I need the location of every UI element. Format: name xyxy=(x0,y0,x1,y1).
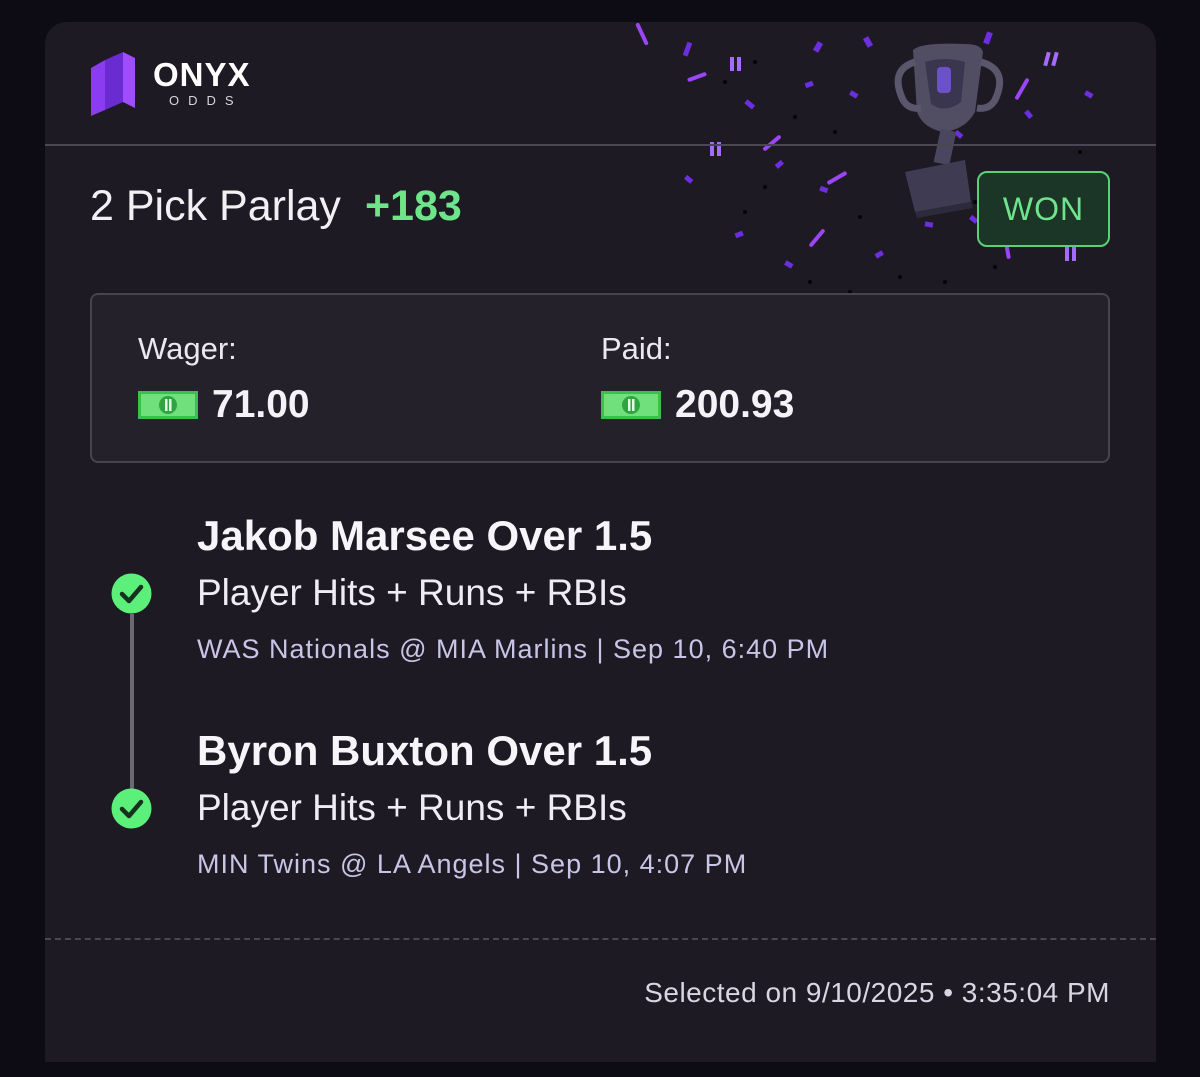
leg-game-info: WAS Nationals @ MIA Marlins | Sep 10, 6:… xyxy=(197,634,830,664)
brand-name: ONYX xyxy=(153,56,251,93)
onyx-logo-icon xyxy=(91,52,135,116)
selected-timestamp: Selected on 9/10/2025 • 3:35:04 PM xyxy=(644,977,1110,1008)
wager-summary: Wager: 71.00 Paid: 200.93 xyxy=(90,293,1110,463)
bet-title-row: 2 Pick Parlay +183 xyxy=(90,182,462,231)
celebration-confetti xyxy=(635,22,1094,294)
wager-block: Wager: 71.00 xyxy=(138,331,310,427)
leg-market: Player Hits + Runs + RBIs xyxy=(197,572,627,613)
bet-odds: +183 xyxy=(364,182,462,230)
leg-title: Byron Buxton Over 1.5 xyxy=(197,727,653,774)
check-circle-icon xyxy=(111,573,152,614)
leg-item[interactable]: Byron Buxton Over 1.5 Player Hits + Runs… xyxy=(197,727,747,880)
check-circle-icon xyxy=(111,788,152,829)
status-badge: WON xyxy=(977,171,1110,247)
wager-amount: 71.00 xyxy=(212,383,310,426)
header-divider xyxy=(45,144,1156,146)
brand-logo: ONYX ODDS xyxy=(89,50,251,116)
paid-amount: 200.93 xyxy=(675,383,795,426)
leg-market: Player Hits + Runs + RBIs xyxy=(197,787,627,828)
brand-subtitle: ODDS xyxy=(168,93,243,108)
paid-label: Paid: xyxy=(601,331,672,366)
bet-type-title: 2 Pick Parlay xyxy=(90,182,341,230)
leg-title: Jakob Marsee Over 1.5 xyxy=(197,512,653,559)
cash-icon xyxy=(138,391,198,419)
leg-game-info: MIN Twins @ LA Angels | Sep 10, 4:07 PM xyxy=(197,849,748,879)
legs-timeline xyxy=(130,614,134,794)
ticket-edge xyxy=(45,1045,1156,1058)
bet-slip-card: ONYX ODDS 2 Pick Parlay +183 WON Wager: … xyxy=(45,22,1156,1062)
footer-divider xyxy=(45,938,1156,940)
paid-block: Paid: 200.93 xyxy=(601,331,794,427)
wager-label: Wager: xyxy=(138,331,237,366)
leg-item[interactable]: Jakob Marsee Over 1.5 Player Hits + Runs… xyxy=(197,512,829,665)
cash-icon xyxy=(601,391,661,419)
